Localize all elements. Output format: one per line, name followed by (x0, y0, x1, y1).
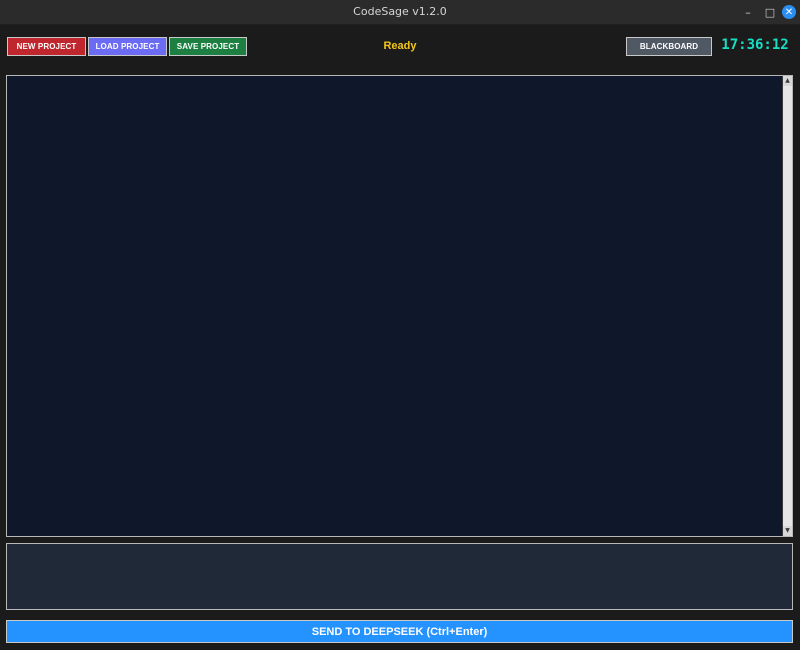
maximize-icon[interactable]: □ (762, 4, 778, 20)
prompt-input[interactable] (6, 543, 793, 610)
status-text: Ready (383, 40, 417, 52)
clock-display: 17:36:12 (721, 37, 789, 53)
arrow-up-icon[interactable]: ▲ (783, 76, 792, 86)
minimize-icon[interactable]: – (740, 4, 756, 20)
send-to-deepseek-button[interactable]: SEND TO DEEPSEEK (Ctrl+Enter) (6, 620, 793, 643)
output-pane[interactable]: ▲ ▼ (6, 75, 793, 537)
save-project-button[interactable]: SAVE PROJECT (169, 37, 247, 56)
blackboard-button[interactable]: BLACKBOARD (626, 37, 712, 56)
scroll-thumb[interactable] (783, 86, 792, 526)
new-project-button[interactable]: NEW PROJECT (7, 37, 86, 56)
output-scrollbar[interactable]: ▲ ▼ (782, 76, 792, 536)
arrow-down-icon[interactable]: ▼ (783, 526, 792, 536)
window-title: CodeSage v1.2.0 (353, 5, 447, 18)
close-icon[interactable]: ✕ (782, 5, 796, 19)
toolbar: NEW PROJECT LOAD PROJECT SAVE PROJECT Re… (0, 25, 800, 70)
title-bar[interactable]: CodeSage v1.2.0 – □ ✕ (0, 0, 800, 25)
app-window: CodeSage v1.2.0 – □ ✕ NEW PROJECT LOAD P… (0, 0, 800, 650)
load-project-button[interactable]: LOAD PROJECT (88, 37, 167, 56)
